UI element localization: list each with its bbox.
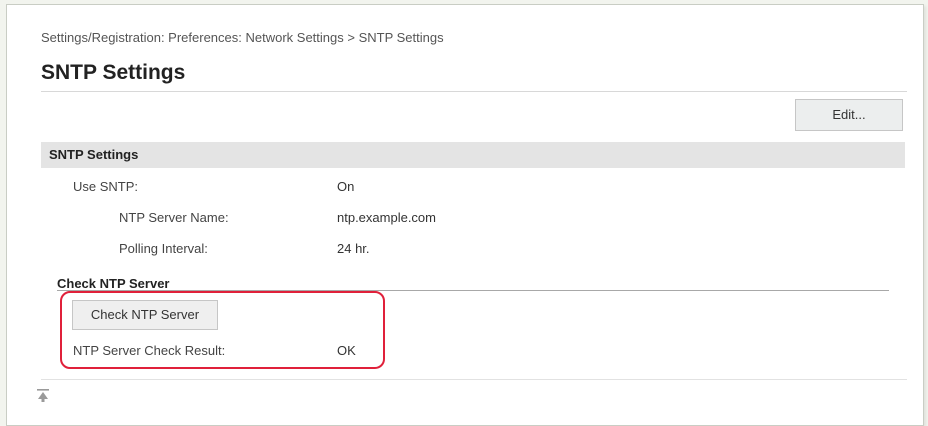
ntp-server-check-result-value: OK (337, 343, 356, 358)
breadcrumb: Settings/Registration: Preferences: Netw… (41, 30, 444, 45)
ntp-server-name-value: ntp.example.com (337, 210, 436, 225)
check-ntp-server-heading: Check NTP Server (57, 276, 170, 291)
section-header-sntp-settings: SNTP Settings (41, 142, 905, 168)
polling-interval-value: 24 hr. (337, 241, 370, 256)
back-to-top-icon[interactable] (37, 389, 49, 403)
title-divider (41, 91, 907, 92)
use-sntp-label: Use SNTP: (73, 179, 139, 194)
ntp-server-name-label: NTP Server Name: (119, 210, 229, 225)
bottom-divider (41, 379, 907, 380)
settings-panel: Settings/Registration: Preferences: Netw… (6, 4, 924, 426)
polling-interval-label: Polling Interval: (119, 241, 208, 256)
check-ntp-server-button[interactable]: Check NTP Server (72, 300, 218, 330)
use-sntp-value: On (337, 179, 355, 194)
ntp-server-check-result-label: NTP Server Check Result: (73, 343, 226, 358)
page-title: SNTP Settings (41, 61, 186, 84)
edit-button[interactable]: Edit... (795, 99, 903, 131)
